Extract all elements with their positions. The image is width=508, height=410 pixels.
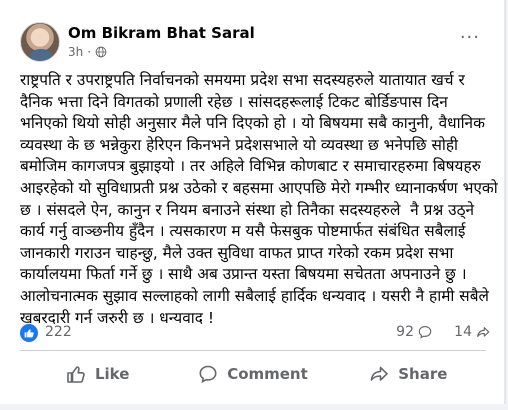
comment-bubble-icon [199, 365, 217, 384]
like-reaction-icon[interactable] [20, 324, 38, 342]
more-options-icon[interactable]: ··· [460, 29, 480, 47]
author-name[interactable]: Om Bikram Bhat Saral [68, 24, 255, 42]
share-count-value: 14 [454, 324, 472, 340]
comment-label: Comment [227, 365, 308, 383]
post-stats: 222 92 14 [20, 322, 490, 346]
card-bottom-edge [0, 404, 506, 410]
separator-dot: · [87, 45, 92, 59]
like-button[interactable]: Like [20, 352, 175, 396]
post-card: Om Bikram Bhat Saral 3h · ··· राष्ट्रपति… [0, 0, 506, 410]
comment-count[interactable]: 92 [396, 324, 432, 340]
post-meta: 3h · [68, 45, 107, 59]
share-arrow-icon [370, 366, 389, 381]
share-count[interactable]: 14 [454, 324, 490, 340]
like-label: Like [94, 365, 130, 383]
share-label: Share [398, 365, 448, 383]
share-button[interactable]: Share [331, 352, 486, 396]
globe-icon [95, 46, 107, 58]
reaction-count[interactable]: 222 [45, 324, 72, 340]
comment-button[interactable]: Comment [175, 352, 330, 396]
comment-icon [418, 326, 432, 339]
share-icon [477, 327, 490, 337]
divider [20, 350, 486, 351]
comment-count-value: 92 [396, 324, 414, 340]
post-body: राष्ट्रपति र उपराष्ट्रपति निर्वाचनको समय… [20, 71, 503, 327]
action-bar: Like Comment Share [20, 352, 486, 396]
thumbs-up-icon [67, 366, 85, 383]
post-header: Om Bikram Bhat Saral 3h · ··· [0, 0, 506, 66]
avatar[interactable] [20, 22, 60, 62]
post-time[interactable]: 3h [68, 45, 83, 59]
